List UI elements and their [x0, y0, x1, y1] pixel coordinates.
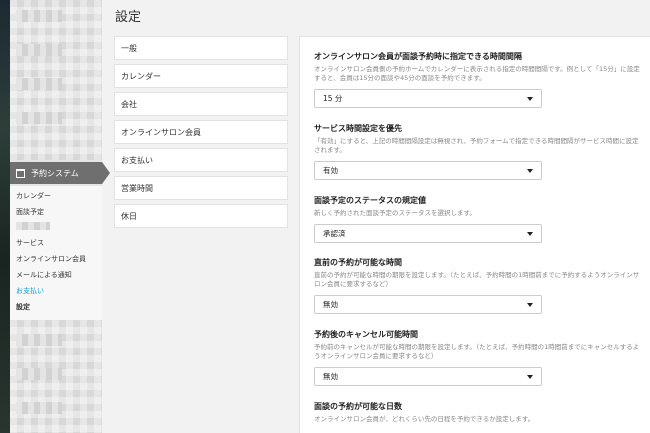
- submenu-item-calendar[interactable]: カレンダー: [16, 191, 51, 201]
- caret-down-icon: [527, 374, 533, 379]
- sidebar: 予約システム カレンダー 面談予定 サービス オンラインサロン会員 メールによる…: [10, 0, 110, 433]
- select-value: 無効: [323, 372, 338, 381]
- settings-tab-business-hours[interactable]: 営業時間: [114, 176, 288, 200]
- blurred-menu-item: [16, 222, 50, 230]
- setting-description: 新しく予約された面談予定のステータスを選択します。: [314, 209, 476, 217]
- submenu-item-appointments[interactable]: 面談予定: [16, 207, 44, 217]
- setting-cancellation-window: 予約後のキャンセル可能時間 予約前のキャンセルが可能な時間の期限を設定します。（…: [314, 329, 644, 386]
- calendar-icon: [16, 168, 25, 178]
- setting-description: 予約前のキャンセルが可能な時間の期限を設定します。（たとえば、予約時間の1時間前…: [314, 343, 640, 360]
- settings-tab-calendar[interactable]: カレンダー: [114, 64, 288, 88]
- time-interval-select[interactable]: 15 分: [314, 89, 542, 108]
- settings-tab-company[interactable]: 会社: [114, 92, 288, 116]
- submenu-item-payments[interactable]: お支払い: [16, 286, 44, 296]
- default-status-select[interactable]: 承認済: [314, 224, 542, 243]
- setting-title: 面談の予約が可能な日数: [314, 402, 402, 411]
- sidebar-submenu: カレンダー 面談予定 サービス オンラインサロン会員 メールによる通知 お支払い…: [10, 186, 102, 320]
- setting-title: サービス時間設定を優先: [314, 124, 402, 133]
- setting-title: 予約後のキャンセル可能時間: [314, 330, 418, 339]
- desktop-edge: [0, 0, 10, 433]
- setting-time-interval: オンラインサロン会員が面談予約時に指定できる時間間隔 オンラインサロン会員側の予…: [314, 51, 644, 108]
- select-value: 承認済: [323, 229, 346, 238]
- setting-description: 直前の予約が可能な時間の期限を設定します。（たとえば、予約時間の1時間前までに予…: [314, 271, 640, 288]
- setting-title: オンラインサロン会員が面談予約時に指定できる時間間隔: [314, 52, 522, 61]
- caret-down-icon: [527, 231, 533, 236]
- service-time-priority-select[interactable]: 有効: [314, 161, 542, 180]
- select-value: 15 分: [323, 94, 343, 103]
- last-minute-booking-select[interactable]: 無効: [314, 295, 542, 314]
- sidebar-item-booking-system[interactable]: 予約システム: [10, 162, 102, 184]
- settings-panel: オンラインサロン会員が面談予約時に指定できる時間間隔 オンラインサロン会員側の予…: [299, 36, 650, 433]
- blurred-menu-bottom: [10, 320, 102, 433]
- setting-title: 直前の予約が可能な時間: [314, 258, 402, 267]
- blurred-menu-top: [10, 0, 102, 160]
- submenu-item-services[interactable]: サービス: [16, 238, 44, 248]
- setting-description: オンラインサロン会員が、どれくらい先の日程を予約できるか設定します。: [314, 415, 535, 423]
- active-indicator: [102, 162, 110, 184]
- submenu-item-members[interactable]: オンラインサロン会員: [16, 254, 86, 264]
- caret-down-icon: [527, 96, 533, 101]
- setting-title: 面談予定のステータスの規定値: [314, 196, 426, 205]
- caret-down-icon: [527, 168, 533, 173]
- setting-last-minute-booking: 直前の予約が可能な時間 直前の予約が可能な時間の期限を設定します。（たとえば、予…: [314, 257, 644, 314]
- setting-booking-horizon: 面談の予約が可能な日数 オンラインサロン会員が、どれくらい先の日程を予約できるか…: [314, 401, 644, 424]
- setting-description: オンラインサロン会員側の予約ホームでカレンダーに表示される指定の時間間隔です。例…: [314, 65, 640, 82]
- settings-tab-payments[interactable]: お支払い: [114, 148, 288, 172]
- setting-service-time-priority: サービス時間設定を優先 「有効」にすると、上記の時間間隔設定は無視され、予約フォ…: [314, 123, 644, 180]
- sidebar-system-label: 予約システム: [31, 168, 79, 178]
- caret-down-icon: [527, 302, 533, 307]
- settings-tab-members[interactable]: オンラインサロン会員: [114, 120, 288, 144]
- settings-tab-holidays[interactable]: 休日: [114, 204, 288, 228]
- page-title: 設定: [115, 10, 142, 25]
- submenu-item-email-notifications[interactable]: メールによる通知: [16, 270, 72, 280]
- settings-tab-general[interactable]: 一般: [114, 36, 288, 60]
- submenu-item-settings[interactable]: 設定: [16, 302, 30, 312]
- select-value: 無効: [323, 300, 338, 309]
- select-value: 有効: [323, 166, 338, 175]
- settings-nav: 一般 カレンダー 会社 オンラインサロン会員 お支払い 営業時間 休日: [114, 36, 288, 232]
- setting-description: 「有効」にすると、上記の時間間隔設定は無視され、予約フォームで指定できる時間間隔…: [314, 137, 639, 154]
- cancellation-window-select[interactable]: 無効: [314, 367, 542, 386]
- setting-default-status: 面談予定のステータスの規定値 新しく予約された面談予定のステータスを選択します。…: [314, 195, 644, 243]
